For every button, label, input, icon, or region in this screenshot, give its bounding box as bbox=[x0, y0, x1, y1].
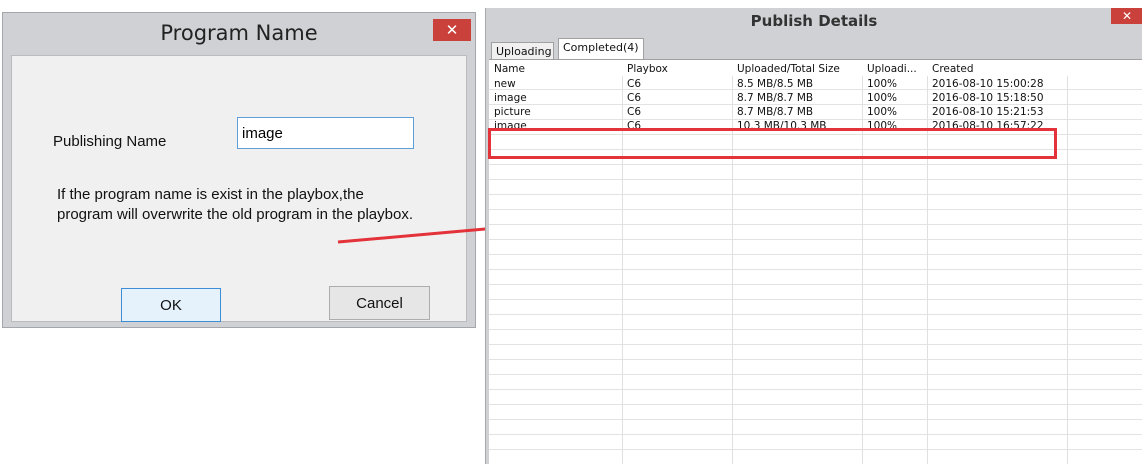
publish-details-window: Publish Details ✕ Uploading Completed(4)… bbox=[485, 8, 1142, 464]
list-item[interactable]: image C6 8.7 MB/8.7 MB 100% 2016-08-10 1… bbox=[489, 91, 1142, 106]
column-header-playbox[interactable]: Playbox bbox=[627, 62, 668, 76]
column-header-uploading[interactable]: Uploadi... bbox=[867, 62, 917, 76]
column-header-name[interactable]: Name bbox=[494, 62, 525, 76]
dialog-close-button[interactable]: ✕ bbox=[433, 19, 471, 41]
item-progress: 100% bbox=[867, 78, 898, 90]
window-title: Publish Details bbox=[750, 12, 878, 30]
item-name: new bbox=[494, 78, 516, 90]
column-header-created[interactable]: Created bbox=[932, 62, 974, 76]
window-close-button[interactable]: ✕ bbox=[1111, 8, 1142, 24]
ok-button[interactable]: OK bbox=[121, 288, 221, 322]
item-progress: 100% bbox=[867, 106, 898, 118]
item-created: 2016-08-10 15:18:50 bbox=[932, 92, 1044, 104]
item-created: 2016-08-10 15:21:53 bbox=[932, 106, 1044, 118]
publishing-name-input[interactable] bbox=[237, 117, 414, 149]
row-highlight-box bbox=[488, 128, 1057, 159]
item-name: image bbox=[494, 92, 527, 104]
item-playbox: C6 bbox=[627, 106, 642, 118]
list-item[interactable]: new C6 8.5 MB/8.5 MB 100% 2016-08-10 15:… bbox=[489, 77, 1142, 92]
column-header-size[interactable]: Uploaded/Total Size bbox=[737, 62, 840, 76]
item-size: 8.7 MB/8.7 MB bbox=[737, 106, 814, 118]
dialog-title: Program Name bbox=[160, 21, 318, 45]
program-name-dialog: Program Name ✕ Publishing Name If the pr… bbox=[2, 12, 476, 328]
list-header: Name Playbox Uploaded/Total Size Uploadi… bbox=[489, 60, 1142, 76]
item-name: picture bbox=[494, 106, 531, 118]
item-size: 8.5 MB/8.5 MB bbox=[737, 78, 814, 90]
tab-completed[interactable]: Completed(4) bbox=[558, 38, 644, 60]
item-size: 8.7 MB/8.7 MB bbox=[737, 92, 814, 104]
publishing-name-label: Publishing Name bbox=[53, 133, 167, 150]
cancel-button[interactable]: Cancel bbox=[329, 286, 430, 320]
item-playbox: C6 bbox=[627, 92, 642, 104]
item-playbox: C6 bbox=[627, 78, 642, 90]
tab-uploading[interactable]: Uploading bbox=[491, 42, 554, 60]
item-progress: 100% bbox=[867, 92, 898, 104]
dialog-body: Publishing Name If the program name is e… bbox=[11, 55, 467, 322]
item-created: 2016-08-10 15:00:28 bbox=[932, 78, 1044, 90]
list-item[interactable]: picture C6 8.7 MB/8.7 MB 100% 2016-08-10… bbox=[489, 105, 1142, 120]
completed-list: Name Playbox Uploaded/Total Size Uploadi… bbox=[489, 59, 1142, 464]
